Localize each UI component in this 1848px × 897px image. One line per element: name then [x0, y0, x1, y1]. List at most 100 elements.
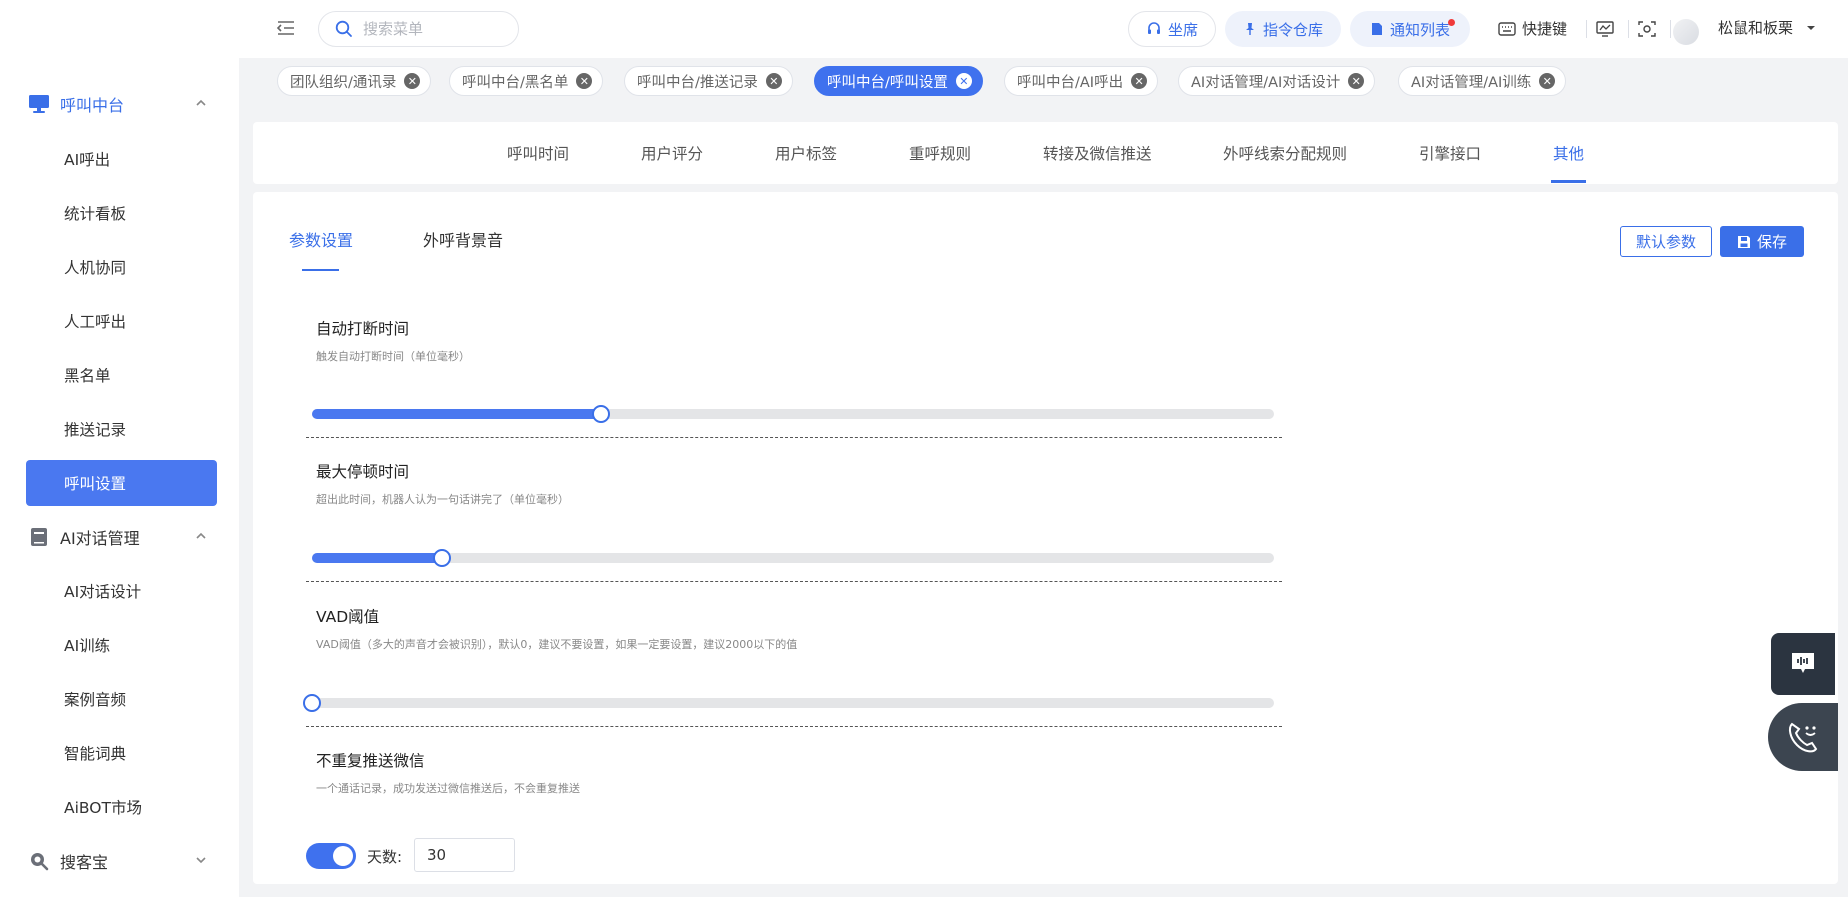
tab-other[interactable]: 其他: [1553, 142, 1584, 164]
sidebar-group-label: AI对话管理: [60, 529, 140, 548]
setting-no-repeat-wechat: 不重复推送微信 一个通话记录，成功发送过微信推送后，不会重复推送: [316, 749, 1286, 796]
subtab-background-sound[interactable]: 外呼背景音: [423, 227, 503, 251]
setting-title: 自动打断时间: [316, 320, 410, 338]
tab-transfer-wechat[interactable]: 转接及微信推送: [1043, 142, 1152, 164]
close-icon[interactable]: ✕: [1131, 73, 1148, 89]
setting-title: 不重复推送微信: [316, 752, 425, 770]
setting-vad-threshold: VAD阈值 VAD阈值（多大的声音才会被识别），默认0，建议不要设置，如果一定要…: [316, 605, 1286, 652]
smiling-phone-icon: [1788, 722, 1818, 753]
screenshot-icon[interactable]: [1637, 19, 1657, 39]
sidebar-group-label: 呼叫中台: [60, 96, 125, 115]
pin-icon: [1245, 23, 1254, 35]
book-icon: [28, 526, 50, 548]
vad-threshold-slider[interactable]: [303, 694, 1274, 712]
slider-thumb[interactable]: [591, 405, 610, 423]
close-icon[interactable]: ✕: [1539, 73, 1556, 89]
sidebar-item-aibot-market[interactable]: AiBOT市场: [26, 784, 217, 830]
divider: [306, 581, 1282, 582]
sidebar-item-ai-training[interactable]: AI训练: [26, 622, 217, 668]
chevron-up-icon: [196, 532, 206, 539]
max-pause-slider[interactable]: [312, 549, 1274, 567]
active-subtab-indicator: [302, 269, 339, 271]
sidebar-item-call-settings[interactable]: 呼叫设置: [26, 460, 217, 506]
slider-fill: [312, 409, 601, 419]
sidebar-item-push-records[interactable]: 推送记录: [26, 406, 217, 452]
setting-max-pause: 最大停顿时间 超出此时间，机器人认为一句话讲完了（单位毫秒）: [316, 460, 1286, 507]
sidebar-item-smart-dictionary[interactable]: 智能词典: [26, 730, 217, 776]
caret-down-icon: [1807, 25, 1816, 30]
close-icon[interactable]: ✕: [955, 73, 972, 89]
sidebar-item-ai-outbound[interactable]: AI呼出: [26, 136, 217, 182]
days-label: 天数:: [367, 848, 403, 866]
tag-call-ai-outbound[interactable]: 呼叫中台/AI呼出 ✕: [1004, 66, 1159, 96]
tag-call-blacklist[interactable]: 呼叫中台/黑名单 ✕: [449, 66, 604, 96]
sidebar-group-ai-dialog[interactable]: AI对话管理: [0, 510, 239, 564]
headset-icon: [1147, 22, 1160, 34]
notify-list-button[interactable]: 通知列表: [1350, 11, 1470, 47]
tab-lead-allocation[interactable]: 外呼线索分配规则: [1223, 142, 1347, 164]
tag-call-settings[interactable]: 呼叫中台/呼叫设置 ✕: [814, 66, 983, 96]
tag-call-push-records[interactable]: 呼叫中台/推送记录 ✕: [624, 66, 793, 96]
close-icon[interactable]: ✕: [1348, 73, 1365, 89]
divider: [1586, 20, 1587, 38]
setting-title: VAD阈值: [316, 608, 380, 626]
notification-dot: [1448, 19, 1455, 26]
top-header: 坐席 指令仓库 通知列表 快捷键 松鼠和板栗: [239, 0, 1848, 58]
sidebar-group-call-center[interactable]: 呼叫中台: [0, 77, 239, 131]
sidebar-item-blacklist[interactable]: 黑名单: [26, 352, 217, 398]
auto-interrupt-slider[interactable]: [312, 405, 1274, 423]
menu-collapse-icon[interactable]: [275, 17, 297, 39]
tab-user-tags[interactable]: 用户标签: [775, 142, 837, 164]
monitor-icon: [28, 93, 50, 115]
divider: [1628, 20, 1629, 38]
slider-fill: [312, 553, 442, 563]
close-icon[interactable]: ✕: [765, 73, 782, 89]
sidebar-item-case-audio[interactable]: 案例音频: [26, 676, 217, 722]
phone-assistant-button[interactable]: [1768, 703, 1838, 771]
chevron-up-icon: [196, 99, 206, 106]
sidebar-item-human-machine[interactable]: 人机协同: [26, 244, 217, 290]
close-icon[interactable]: ✕: [576, 73, 593, 89]
days-input[interactable]: [414, 838, 515, 872]
seat-button[interactable]: 坐席: [1128, 11, 1216, 47]
tab-user-score[interactable]: 用户评分: [641, 142, 703, 164]
setting-title: 最大停顿时间: [316, 463, 410, 481]
sidebar-group-soukebao[interactable]: 搜客宝: [0, 834, 239, 888]
setting-description: 超出此时间，机器人认为一句话讲完了（单位毫秒）: [316, 493, 569, 506]
chat-waveform-icon: [1792, 653, 1814, 673]
search-magnify-icon: [28, 850, 50, 872]
command-repo-button[interactable]: 指令仓库: [1225, 11, 1341, 47]
tab-call-time[interactable]: 呼叫时间: [507, 142, 569, 164]
setting-auto-interrupt: 自动打断时间 触发自动打断时间（单位毫秒）: [316, 317, 1286, 364]
slider-thumb[interactable]: [432, 549, 451, 567]
save-button[interactable]: 保存: [1720, 226, 1804, 257]
search-icon: [335, 20, 352, 37]
close-icon[interactable]: ✕: [404, 73, 421, 89]
monitor-chart-icon[interactable]: [1595, 19, 1615, 39]
tag-ai-training[interactable]: AI对话管理/AI训练 ✕: [1398, 66, 1567, 96]
divider: [306, 726, 1282, 727]
document-icon: [1371, 23, 1382, 35]
user-menu[interactable]: 松鼠和板栗: [1718, 17, 1817, 38]
tab-engine-api[interactable]: 引擎接口: [1419, 142, 1481, 164]
toggle-knob: [333, 846, 353, 866]
no-repeat-toggle[interactable]: [306, 843, 356, 869]
avatar[interactable]: [1673, 19, 1699, 45]
tag-team-contacts[interactable]: 团队组织/通讯录 ✕: [277, 66, 432, 96]
tab-redial-rules[interactable]: 重呼规则: [909, 142, 971, 164]
tag-ai-dialog-design[interactable]: AI对话管理/AI对话设计 ✕: [1178, 66, 1376, 96]
slider-thumb[interactable]: [303, 694, 321, 712]
setting-description: 触发自动打断时间（单位毫秒）: [316, 350, 470, 363]
sidebar-item-ai-dialog-design[interactable]: AI对话设计: [26, 568, 217, 614]
shortcut-button[interactable]: 快捷键: [1498, 18, 1567, 39]
settings-panel: 参数设置 外呼背景音 默认参数 保存 自动打断时间 触发自动打断时间（单位毫秒）…: [253, 192, 1838, 884]
default-params-button[interactable]: 默认参数: [1620, 226, 1712, 257]
menu-search[interactable]: [318, 11, 519, 47]
sidebar-group-label: 搜客宝: [60, 853, 109, 872]
sidebar-item-manual-outbound[interactable]: 人工呼出: [26, 298, 217, 344]
subtab-params[interactable]: 参数设置: [289, 227, 353, 251]
search-input[interactable]: [363, 20, 503, 38]
active-tab-indicator: [1551, 180, 1586, 183]
chat-float-button[interactable]: [1771, 633, 1835, 695]
sidebar-item-dashboard[interactable]: 统计看板: [26, 190, 217, 236]
